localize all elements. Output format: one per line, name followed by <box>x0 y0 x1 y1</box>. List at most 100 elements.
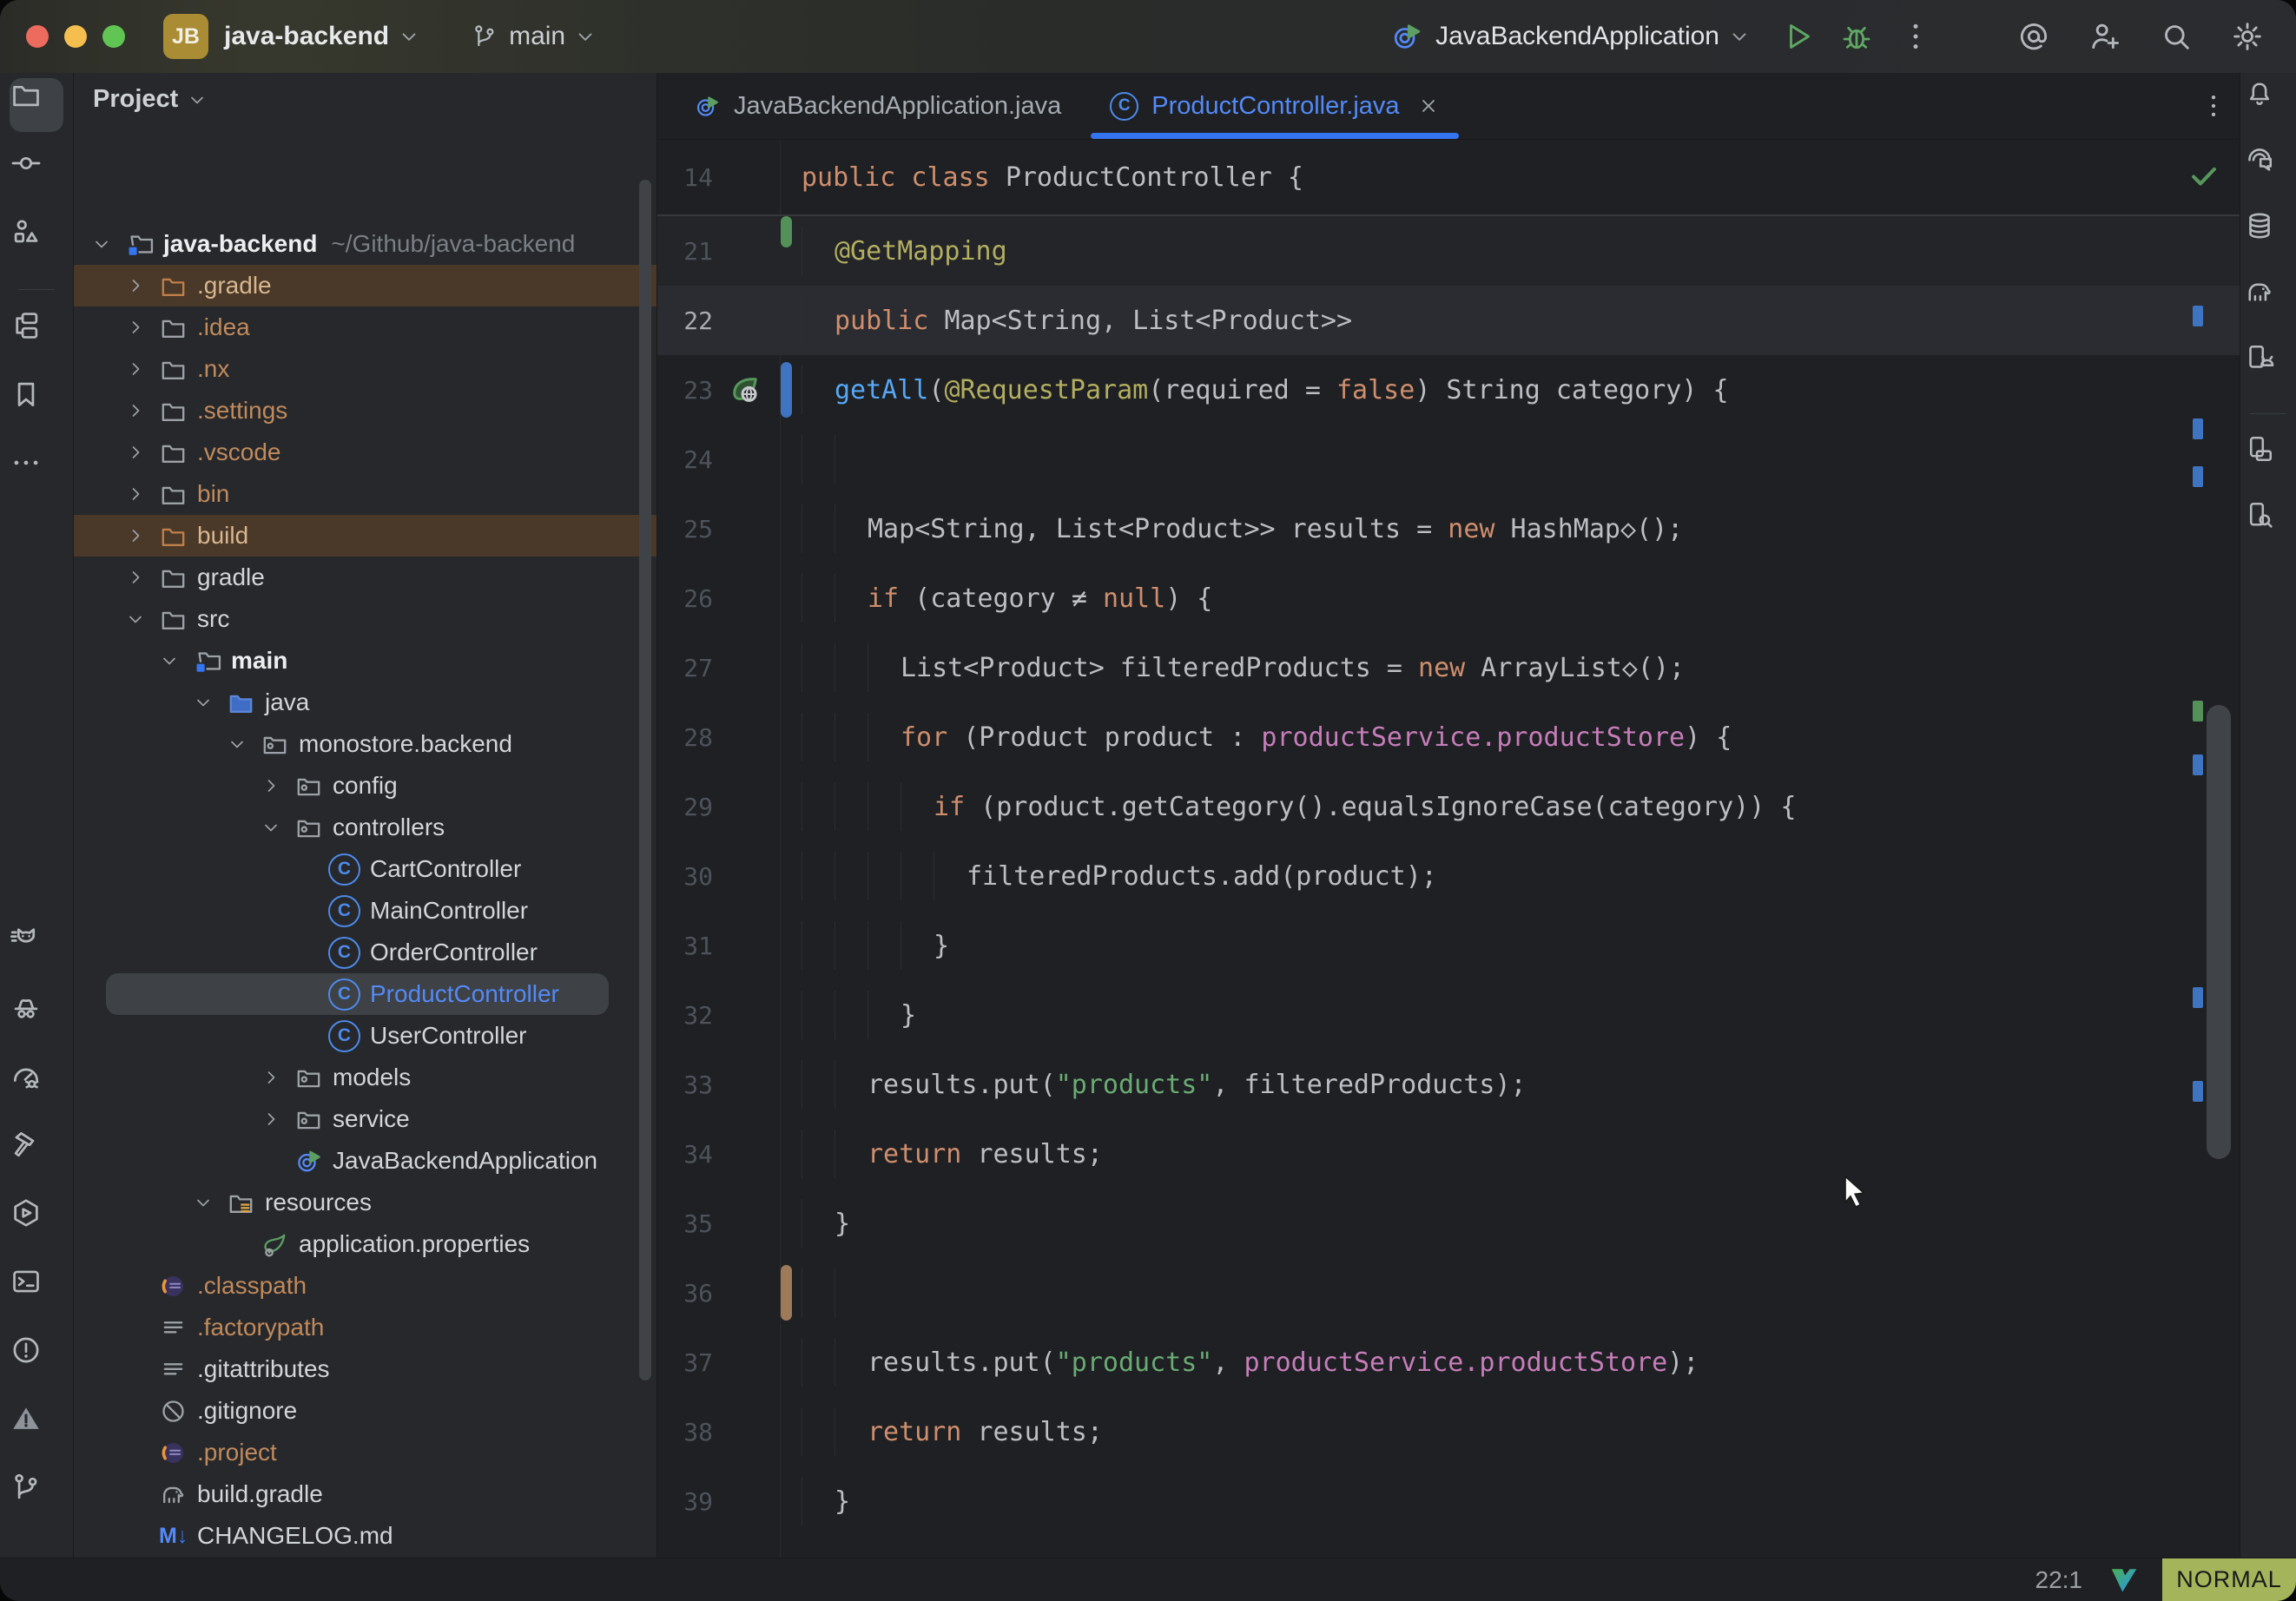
tree-item-build.gradle[interactable]: build.gradle <box>74 1473 656 1515</box>
tree-item-CHANGELOG.md[interactable]: M↓CHANGELOG.md <box>74 1515 656 1557</box>
chevron-right-icon[interactable] <box>125 399 159 422</box>
close-icon[interactable] <box>1417 95 1440 117</box>
stripe-mark-blue[interactable] <box>2193 306 2203 326</box>
line-number[interactable]: 39 <box>657 1487 713 1516</box>
code-line-35[interactable]: 35} <box>657 1189 2240 1258</box>
incognito-assistant-button[interactable] <box>10 991 63 1044</box>
sticky-line-14[interactable]: 14public class ProductController { <box>657 140 2240 216</box>
tree-item-.vscode[interactable]: .vscode <box>74 432 656 473</box>
tree-item-.gradle[interactable]: .gradle <box>74 265 656 306</box>
chevron-right-icon[interactable] <box>261 774 294 797</box>
stripe-mark-blue[interactable] <box>2193 987 2203 1008</box>
code-line-31[interactable]: 31} <box>657 911 2240 980</box>
branch-selector[interactable]: main <box>471 22 597 51</box>
tree-item-UserController[interactable]: CUserController <box>74 1015 656 1057</box>
line-number[interactable]: 38 <box>657 1418 713 1446</box>
inspections-ok-icon[interactable] <box>2187 159 2220 192</box>
database-button[interactable] <box>2244 210 2293 259</box>
line-number[interactable]: 29 <box>657 793 713 821</box>
tree-item-application.properties[interactable]: application.properties <box>74 1223 656 1265</box>
line-number[interactable]: 32 <box>657 1001 713 1030</box>
close-window-button[interactable] <box>26 25 49 48</box>
chevron-right-icon[interactable] <box>125 441 159 464</box>
line-number[interactable]: 27 <box>657 654 713 682</box>
code-line-33[interactable]: 33results.put("products", filteredProduc… <box>657 1050 2240 1119</box>
vcs-change-marker[interactable] <box>781 216 792 247</box>
code-line-28[interactable]: 28for (Product product : productService.… <box>657 702 2240 772</box>
stripe-mark-blue[interactable] <box>2193 1081 2203 1102</box>
line-number[interactable]: 31 <box>657 932 713 960</box>
vcs-change-marker[interactable] <box>781 1265 792 1321</box>
ai-assistant-button[interactable] <box>2016 19 2051 54</box>
code-line-38[interactable]: 38return results; <box>657 1397 2240 1466</box>
chevron-down-icon[interactable] <box>261 816 294 839</box>
chevron-right-icon[interactable] <box>125 483 159 505</box>
tree-item-.gitignore[interactable]: .gitignore <box>74 1390 656 1432</box>
device-manager-button[interactable] <box>2244 433 2293 482</box>
stripe-mark-blue[interactable] <box>2193 466 2203 487</box>
code-line-39[interactable]: 39} <box>657 1466 2240 1536</box>
tree-item-java-backend[interactable]: java-backend~/Github/java-backend <box>74 223 656 265</box>
tree-item-.idea[interactable]: .idea <box>74 306 656 348</box>
code-with-me-button[interactable] <box>2088 19 2122 54</box>
ai-assistant-button[interactable] <box>2244 144 2293 193</box>
code-line-30[interactable]: 30filteredProducts.add(product); <box>657 841 2240 911</box>
line-number[interactable]: 25 <box>657 515 713 544</box>
minimize-window-button[interactable] <box>64 25 87 48</box>
code-line-36[interactable]: 36 <box>657 1258 2240 1328</box>
chevron-right-icon[interactable] <box>261 1066 294 1089</box>
chevron-right-icon[interactable] <box>125 316 159 339</box>
run-configuration-selector[interactable]: JavaBackendApplication <box>1390 20 1751 53</box>
code-line-34[interactable]: 34return results; <box>657 1119 2240 1189</box>
chevron-right-icon[interactable] <box>261 1108 294 1130</box>
tree-item-.factorypath[interactable]: .factorypath <box>74 1307 656 1348</box>
more-tool-windows-button[interactable] <box>10 446 63 500</box>
line-number[interactable]: 34 <box>657 1140 713 1169</box>
build-button[interactable] <box>10 1128 63 1182</box>
github-copilot-button[interactable] <box>10 922 63 976</box>
tree-item-java[interactable]: java <box>74 682 656 723</box>
problems-button[interactable] <box>10 1334 63 1387</box>
tree-item-build[interactable]: build <box>74 515 656 557</box>
vim-mode-badge[interactable]: NORMAL <box>2162 1558 2296 1601</box>
warnings-button[interactable] <box>10 1402 63 1456</box>
chevron-right-icon[interactable] <box>125 274 159 297</box>
line-number[interactable]: 36 <box>657 1279 713 1308</box>
bookmarks-button[interactable] <box>10 378 63 432</box>
tree-item-.project[interactable]: .project <box>74 1432 656 1473</box>
tree-item-service[interactable]: service <box>74 1098 656 1140</box>
tree-item-controllers[interactable]: controllers <box>74 807 656 848</box>
project-tree-scrollbar[interactable] <box>639 180 651 1380</box>
tab-options-button[interactable] <box>2187 73 2240 139</box>
line-number[interactable]: 30 <box>657 862 713 891</box>
line-number[interactable]: 35 <box>657 1209 713 1238</box>
line-number[interactable]: 26 <box>657 584 713 613</box>
line-number[interactable]: 21 <box>657 237 713 266</box>
editor-scrollbar[interactable] <box>2207 705 2231 1159</box>
code-line-23[interactable]: 23getAll(@RequestParam(required = false)… <box>657 355 2240 425</box>
tree-item-resources[interactable]: resources <box>74 1182 656 1223</box>
version-control-button[interactable] <box>10 1471 63 1525</box>
stripe-mark-green[interactable] <box>2193 701 2203 721</box>
terminal-button[interactable] <box>10 1265 63 1319</box>
vcs-change-marker[interactable] <box>781 362 792 418</box>
settings-button[interactable] <box>2230 19 2265 54</box>
tree-item-models[interactable]: models <box>74 1057 656 1098</box>
stripe-mark-blue[interactable] <box>2193 754 2203 775</box>
running-devices-button[interactable] <box>2244 342 2293 391</box>
line-number[interactable]: 14 <box>657 163 713 192</box>
code-line-22[interactable]: 22public Map<String, List<Product>> <box>657 286 2240 355</box>
tree-item-JavaBackendApplication[interactable]: JavaBackendApplication <box>74 1140 656 1182</box>
debug-button[interactable] <box>1839 19 1874 54</box>
code-editor[interactable]: 14public class ProductController {21@Get… <box>657 140 2240 1558</box>
search-everywhere-button[interactable] <box>2159 19 2194 54</box>
gradle-button[interactable] <box>2244 276 2293 325</box>
line-number[interactable]: 23 <box>657 376 713 405</box>
chevron-right-icon[interactable] <box>125 358 159 380</box>
chevron-right-icon[interactable] <box>125 524 159 547</box>
tree-item-MainController[interactable]: CMainController <box>74 890 656 932</box>
line-number[interactable]: 22 <box>657 306 713 335</box>
code-line-21[interactable]: 21@GetMapping <box>657 216 2240 286</box>
code-line-26[interactable]: 26if (category ≠ null) { <box>657 563 2240 633</box>
chevron-right-icon[interactable] <box>125 566 159 589</box>
